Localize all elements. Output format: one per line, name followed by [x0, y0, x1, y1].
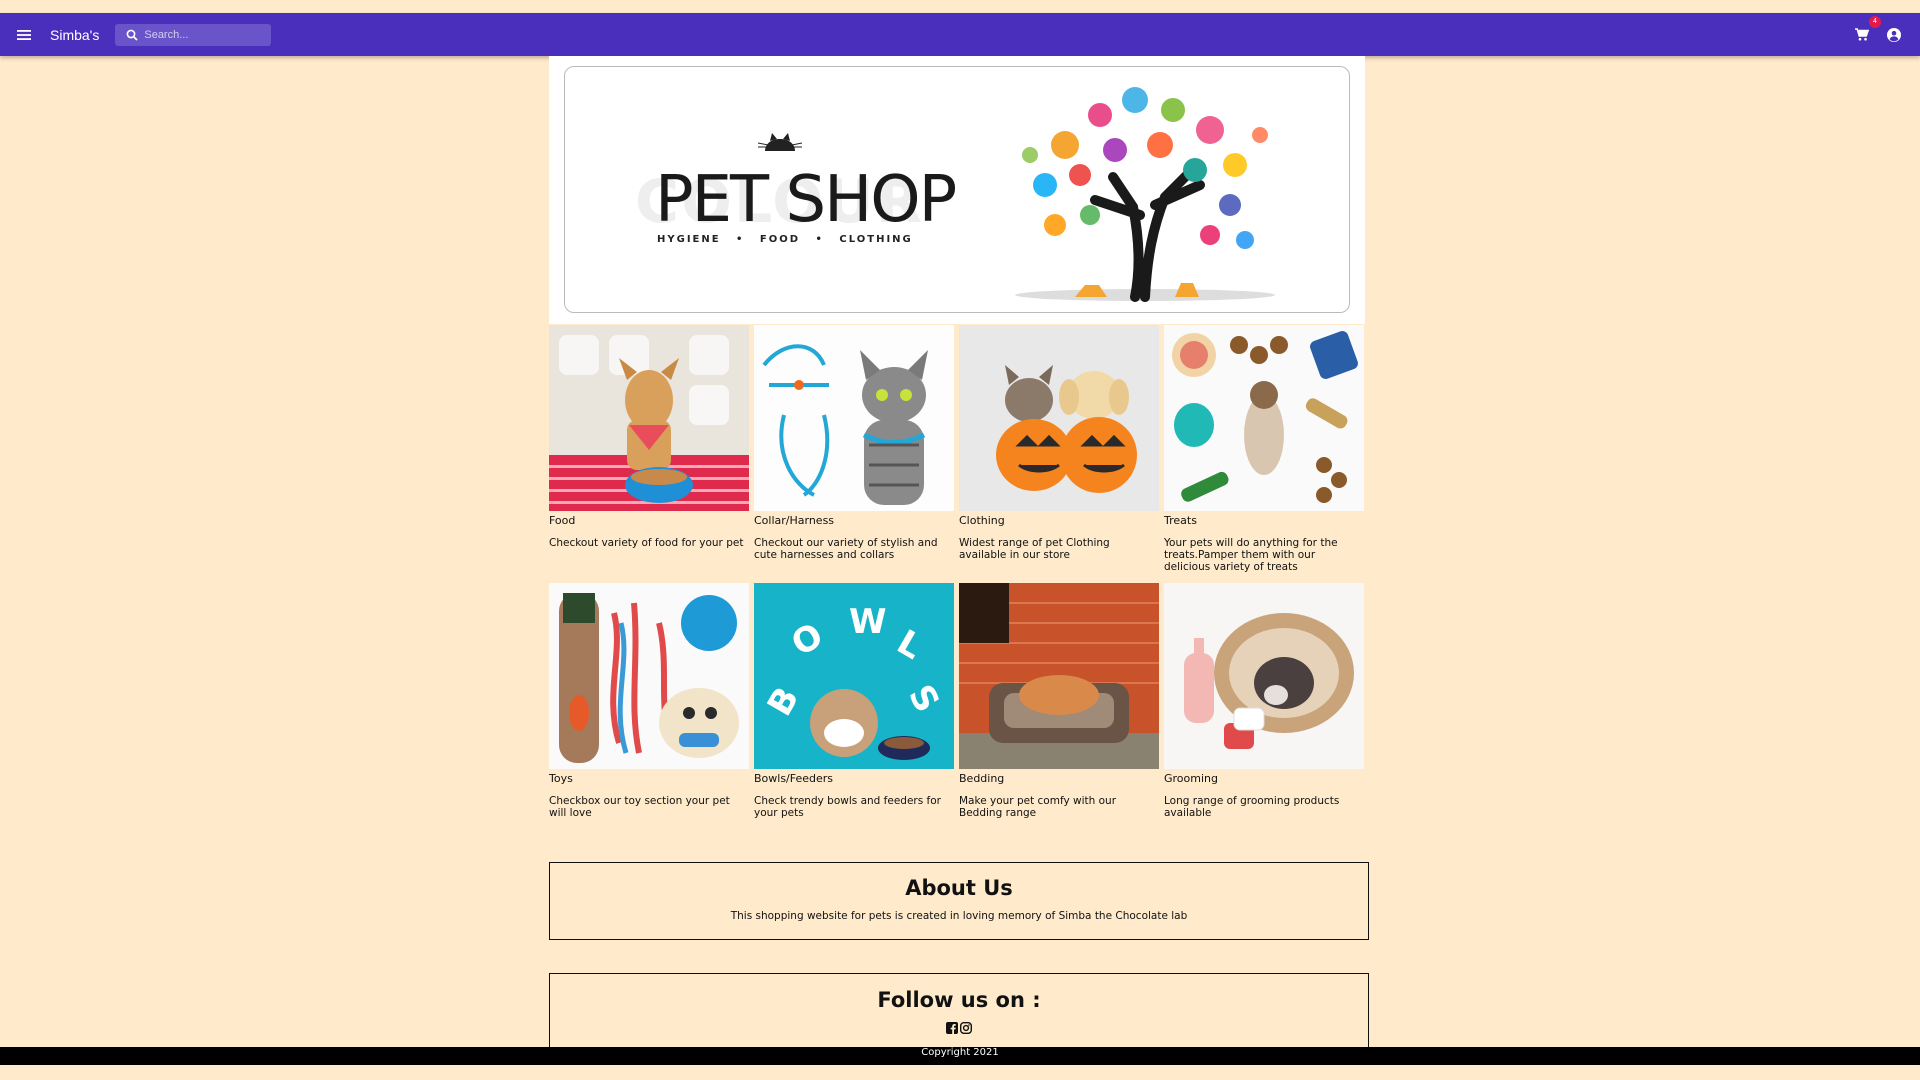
category-card-grooming[interactable]: Grooming Long range of grooming products… — [1164, 583, 1364, 819]
app-bar: Simba's 4 — [0, 13, 1920, 56]
category-card-treats[interactable]: Treats Your pets will do anything for th… — [1164, 325, 1364, 573]
cat-silhouette-icon — [757, 133, 803, 151]
copyright-text: Copyright 2021 — [921, 1047, 999, 1058]
about-section: About Us This shopping website for pets … — [549, 862, 1369, 940]
grooming-image[interactable] — [1164, 583, 1364, 769]
menu-icon[interactable] — [12, 23, 36, 47]
cart-icon — [1855, 28, 1869, 41]
footer: Copyright 2021 — [0, 1047, 1920, 1065]
banner-subtitle: HYGIENE • FOOD • CLOTHING — [657, 234, 913, 245]
category-title[interactable]: Bowls/Feeders — [754, 772, 954, 785]
instagram-icon[interactable] — [960, 1022, 972, 1034]
about-text: This shopping website for pets is create… — [730, 910, 1188, 922]
category-description: Checkout variety of food for your pet — [549, 537, 744, 549]
pet-tree-illustration — [1015, 87, 1275, 302]
search-input[interactable] — [144, 28, 263, 41]
category-description: Checkout our variety of stylish and cute… — [754, 537, 938, 561]
cart-count-badge: 4 — [1869, 15, 1881, 28]
account-circle-icon — [1887, 27, 1901, 42]
account-button[interactable] — [1882, 23, 1906, 47]
facebook-icon[interactable] — [946, 1022, 958, 1034]
category-description: Check trendy bowls and feeders for your … — [754, 795, 941, 819]
banner-title: PET SHOP — [655, 163, 957, 237]
search-box[interactable] — [115, 23, 272, 46]
category-description: Your pets will do anything for the treat… — [1164, 537, 1338, 573]
banner-container: COLOUR PET SHOP HYGIENE • FOOD • CLOTHIN… — [549, 56, 1365, 324]
category-card-bedding[interactable]: Bedding Make your pet comfy with our Bed… — [959, 583, 1159, 819]
treats-image[interactable] — [1164, 325, 1364, 511]
category-description: Widest range of pet Clothing available i… — [959, 537, 1110, 561]
category-card-food[interactable]: Food Checkout variety of food for your p… — [549, 325, 749, 549]
category-card-clothing[interactable]: Clothing Widest range of pet Clothing av… — [959, 325, 1159, 561]
category-description: Checkbox our toy section your pet will l… — [549, 795, 730, 819]
category-title[interactable]: Grooming — [1164, 772, 1364, 785]
category-card-collar-harness[interactable]: Collar/Harness Checkout our variety of s… — [754, 325, 954, 561]
food-image[interactable] — [549, 325, 749, 511]
category-title[interactable]: Collar/Harness — [754, 514, 954, 527]
category-card-toys[interactable]: Toys Checkbox our toy section your pet w… — [549, 583, 749, 819]
category-title[interactable]: Clothing — [959, 514, 1159, 527]
svg-text:W: W — [849, 602, 887, 642]
bedding-image[interactable] — [959, 583, 1159, 769]
category-title[interactable]: Bedding — [959, 772, 1159, 785]
toys-image[interactable] — [549, 583, 749, 769]
social-links — [550, 1022, 1368, 1034]
category-description: Make your pet comfy with our Bedding ran… — [959, 795, 1117, 819]
follow-heading: Follow us on : — [877, 988, 1041, 1012]
collar-harness-image[interactable] — [754, 325, 954, 511]
category-card-bowls-feeders[interactable]: B O W L S Bowls/Feeders Check trendy bow… — [754, 583, 954, 819]
cart-button[interactable]: 4 — [1850, 15, 1881, 47]
follow-section: Follow us on : — [549, 973, 1369, 1047]
category-title[interactable]: Treats — [1164, 514, 1364, 527]
category-title[interactable]: Food — [549, 514, 749, 527]
search-icon — [126, 29, 138, 41]
category-description: Long range of grooming products availabl… — [1164, 795, 1340, 819]
clothing-image[interactable] — [959, 325, 1159, 511]
bowls-feeders-image[interactable]: B O W L S — [754, 583, 954, 769]
about-heading: About Us — [905, 876, 1013, 900]
pet-shop-banner: COLOUR PET SHOP HYGIENE • FOOD • CLOTHIN… — [564, 66, 1350, 313]
category-title[interactable]: Toys — [549, 772, 749, 785]
brand-title[interactable]: Simba's — [50, 27, 99, 43]
